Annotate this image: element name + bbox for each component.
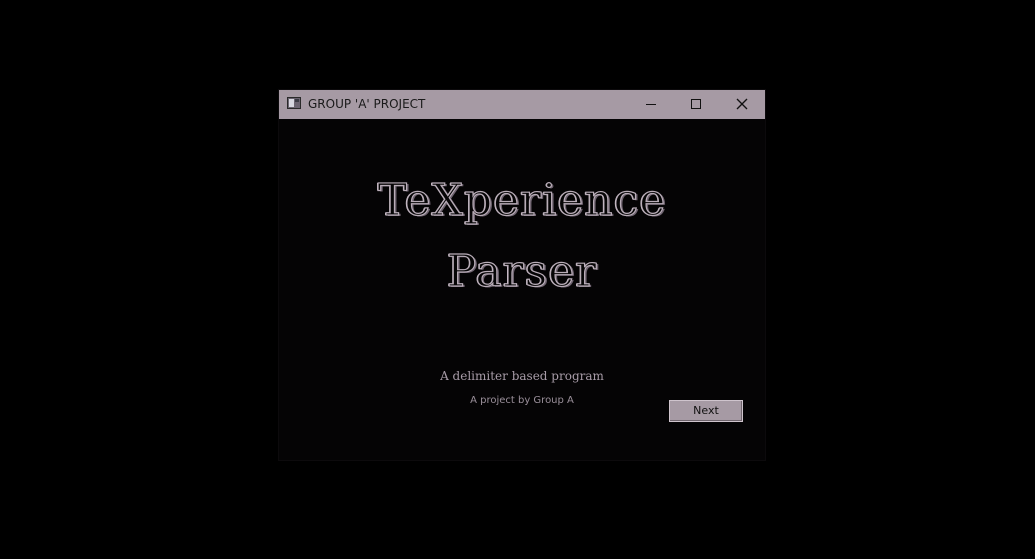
app-window: GROUP 'A' PROJECT TeXperience Parser A d…: [279, 90, 765, 460]
maximize-button[interactable]: [673, 90, 718, 119]
next-button[interactable]: Next: [669, 400, 743, 422]
window-app-icon[interactable]: [287, 97, 301, 109]
window-content: TeXperience Parser A delimiter based pro…: [279, 119, 765, 460]
minimize-button[interactable]: [628, 90, 673, 119]
minimize-icon: [646, 104, 656, 105]
subtitle: A delimiter based program: [440, 369, 604, 383]
close-button[interactable]: [719, 90, 764, 119]
desktop: GROUP 'A' PROJECT TeXperience Parser A d…: [0, 0, 1035, 559]
close-icon: [736, 98, 748, 110]
maximize-icon: [691, 99, 701, 109]
title-bar[interactable]: GROUP 'A' PROJECT: [279, 90, 765, 119]
app-title-line-1: TeXperience: [377, 175, 667, 226]
app-title-line-2: Parser: [446, 246, 598, 297]
window-title: GROUP 'A' PROJECT: [308, 97, 426, 111]
